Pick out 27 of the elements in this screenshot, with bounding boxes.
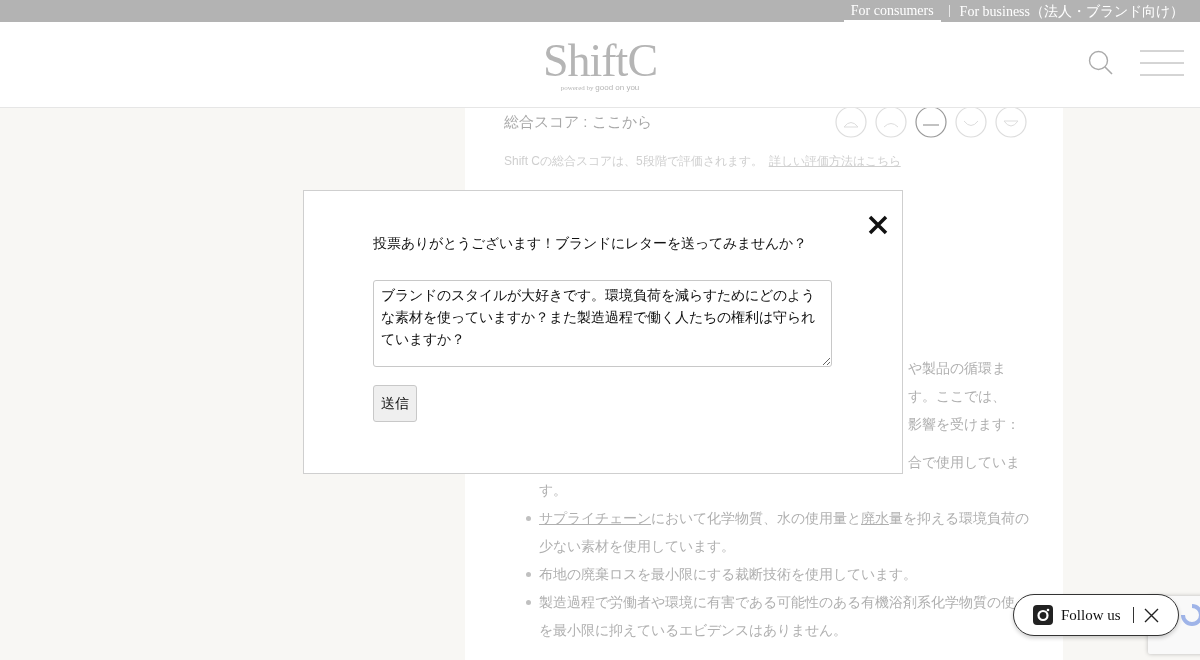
- bullet-icon: [526, 516, 531, 521]
- camera-icon: [1033, 605, 1053, 625]
- text-link[interactable]: サプライチェーン: [539, 510, 651, 526]
- close-icon[interactable]: [1143, 607, 1159, 623]
- close-icon[interactable]: [868, 215, 888, 235]
- menu-icon[interactable]: [1140, 50, 1184, 76]
- bullet-text: サプライチェーンにおいて化学物質、水の使用量と廃水量を抑える環境負荷の少ない素材を使用しています。: [539, 509, 1029, 556]
- body-text: 影響を受けます：: [908, 415, 1021, 434]
- score-label: 総合スコア : ここから: [504, 111, 652, 132]
- body-text: 合で使用していま: [907, 453, 1020, 472]
- bullet-text: 布地の廃棄ロスを最小限にする裁断技術を使用しています。: [539, 565, 918, 584]
- text-link[interactable]: 廃水: [861, 510, 889, 526]
- top-nav-link[interactable]: For business（法人・ブランド向け）: [957, 0, 1186, 22]
- body-text: す。ここでは、: [908, 387, 1007, 406]
- body-text: す。: [538, 481, 567, 500]
- letter-field[interactable]: ブランドのスタイルが大好きです。環境負荷を減らすためにどのような素材を使っていますか？また製造過程で働く人たちの権利は守られていますか？: [373, 280, 832, 367]
- bullet-icon: [526, 572, 531, 577]
- follow-us-toast[interactable]: Follow us: [1013, 594, 1179, 636]
- follow-label: Follow us: [1061, 605, 1121, 625]
- dialog-title: 投票ありがとうございます！ブランドにレターを送ってみませんか？: [373, 234, 808, 253]
- recaptcha-icon: [1181, 604, 1200, 626]
- bullet-icon: [526, 600, 531, 605]
- submit-button[interactable]: 送信: [373, 385, 417, 422]
- bullet-text: 製造過程で労働者や環境に有害である可能性のある有機浴剤系化学物質の使 を最小限に抑えているエビデンスはありません。: [539, 593, 1016, 640]
- body-text: や製品の循環ま: [908, 359, 1007, 378]
- face-rating-icon[interactable]: [915, 106, 947, 138]
- search-icon[interactable]: [1088, 50, 1114, 76]
